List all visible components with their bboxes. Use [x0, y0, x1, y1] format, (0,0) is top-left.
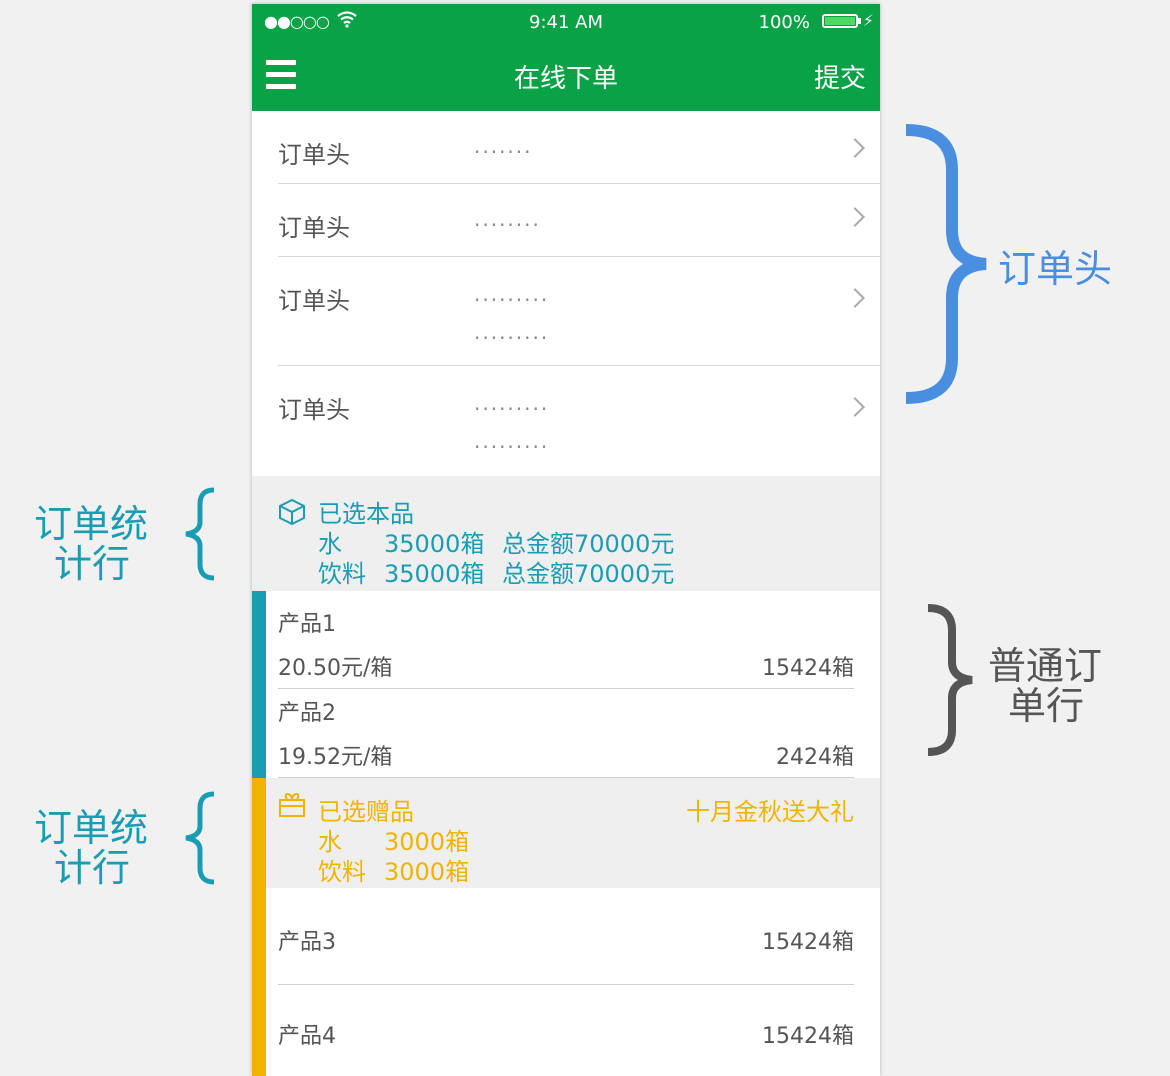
order-head-value: ·········	[474, 326, 550, 350]
product-name: 产品2	[278, 701, 336, 726]
order-head-label: 订单头	[278, 396, 350, 424]
summary-item-qty: 35000箱	[384, 560, 485, 588]
normal-line-brace	[922, 602, 978, 762]
gift-icon	[278, 792, 306, 822]
row-divider	[278, 984, 854, 985]
box-icon	[278, 498, 306, 530]
summary-annotation-line1: 订单统	[34, 502, 149, 546]
status-bar: ●●○○○ 9:41 AM 100% ⚡	[252, 4, 880, 42]
battery-tip	[858, 18, 861, 24]
chevron-right-icon	[845, 288, 865, 308]
order-head-value: ········	[474, 213, 541, 237]
app-header: ●●○○○ 9:41 AM 100% ⚡ 在线下单 提交	[252, 4, 880, 111]
order-head-value: ·········	[474, 435, 550, 459]
gift-product-qty[interactable]: 15424箱	[762, 1018, 854, 1050]
order-head-row[interactable]: 订单头 ········· ·········	[252, 257, 880, 366]
order-head-label: 订单头	[278, 287, 350, 315]
product-name: 产品1	[278, 612, 336, 637]
summary-annotation-line2: 计行	[54, 846, 131, 890]
chevron-right-icon	[845, 138, 865, 158]
product-qty[interactable]: 15424箱	[762, 650, 854, 682]
summary-annotation-line1: 订单统	[34, 806, 149, 850]
submit-button[interactable]: 提交	[814, 58, 866, 95]
order-head-value: ·········	[474, 288, 550, 312]
gift-group-bar	[252, 778, 266, 1076]
normal-line-annotation-line2: 单行	[1008, 684, 1085, 728]
product-qty[interactable]: 2424箱	[776, 739, 854, 771]
chevron-right-icon	[845, 397, 865, 417]
order-head-annotation: 订单头	[998, 247, 1113, 291]
battery-percent: 100%	[758, 12, 810, 33]
gift-product-qty[interactable]: 15424箱	[762, 924, 854, 956]
row-divider	[278, 688, 854, 689]
summary-brace	[180, 486, 220, 586]
gift-summary-row: 已选赠品 十月金秋送大礼 水 3000箱 饮料 3000箱	[266, 778, 880, 888]
gift-promo: 十月金秋送大礼	[686, 798, 854, 826]
gift-item-qty: 3000箱	[384, 858, 470, 886]
product-summary-row: 已选本品 水 35000箱 总金额70000元 饮料 35000箱 总金额700…	[252, 476, 880, 591]
summary-annotation-line2: 计行	[54, 542, 131, 586]
order-head-value: ·······	[474, 140, 533, 164]
order-head-label: 订单头	[278, 214, 350, 242]
phone-screen: ●●○○○ 9:41 AM 100% ⚡ 在线下单 提交 订单头 ·······…	[252, 4, 880, 1076]
battery-icon	[822, 14, 858, 28]
product-price: 20.50元/箱	[278, 656, 393, 681]
order-head-row[interactable]: 订单头 ········· ·········	[252, 366, 880, 475]
normal-line-annotation-line1: 普通订	[988, 644, 1103, 688]
bolt-icon: ⚡	[862, 11, 874, 30]
summary-item-amount: 总金额70000元	[502, 560, 675, 588]
order-head-brace	[900, 120, 990, 414]
order-head-label: 订单头	[278, 141, 350, 169]
order-head-value: ·········	[474, 397, 550, 421]
gift-product-name: 产品4	[278, 1024, 336, 1049]
page-title: 在线下单	[513, 64, 618, 94]
order-head-row[interactable]: 订单头 ········	[252, 184, 880, 257]
navbar: 在线下单 提交	[252, 42, 880, 111]
gift-item-name: 饮料	[318, 858, 366, 886]
gift-product-name: 产品3	[278, 930, 336, 955]
summary-brace	[180, 790, 220, 890]
order-head-row[interactable]: 订单头 ·······	[252, 111, 880, 184]
product-price: 19.52元/箱	[278, 745, 393, 770]
chevron-right-icon	[845, 207, 865, 227]
summary-item-name: 饮料	[318, 560, 366, 588]
